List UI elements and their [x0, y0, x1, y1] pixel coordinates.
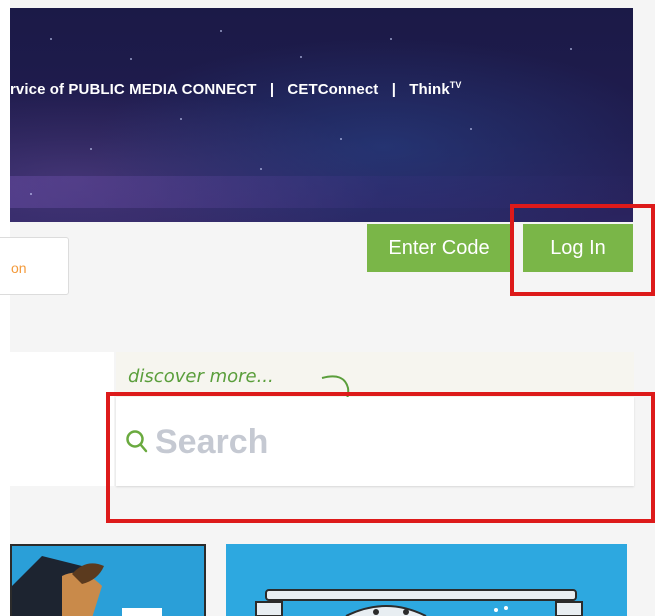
enter-code-button[interactable]: Enter Code [367, 224, 511, 272]
banner-star [300, 56, 302, 58]
banner-star [180, 118, 182, 120]
banner-star [50, 38, 52, 40]
thinktv-superscript: TV [449, 80, 462, 90]
partial-donate-button[interactable]: on [0, 237, 69, 295]
login-button[interactable]: Log In [523, 224, 633, 272]
page: rvice of PUBLIC MEDIA CONNECT | CETConne… [0, 0, 655, 616]
partial-button-label: on [11, 260, 27, 276]
banner-star [90, 148, 92, 150]
discover-more-text: discover more... [128, 366, 274, 387]
banner-star [30, 193, 32, 195]
banner-star [260, 168, 262, 170]
illustration-tile-right[interactable] [226, 544, 627, 616]
banner-links: rvice of PUBLIC MEDIA CONNECT | CETConne… [10, 80, 461, 98]
header-banner: rvice of PUBLIC MEDIA CONNECT | CETConne… [10, 8, 633, 222]
thinktv-link[interactable]: ThinkTV [409, 80, 462, 98]
search-icon[interactable] [124, 428, 148, 454]
banner-star [130, 58, 132, 60]
character-illustration [12, 546, 204, 616]
banner-star [340, 138, 342, 140]
banner-star [570, 48, 572, 50]
search-input[interactable] [155, 420, 595, 464]
service-link[interactable]: rvice of PUBLIC MEDIA CONNECT [10, 81, 257, 98]
left-panel [10, 352, 114, 486]
banner-star [220, 30, 222, 32]
banner-stripe [10, 176, 633, 208]
link-separator: | [269, 81, 275, 98]
thinktv-link-text: Think [409, 81, 450, 98]
cetconnect-link[interactable]: CETConnect [287, 81, 378, 98]
link-separator: | [391, 81, 396, 98]
robot-illustration [226, 544, 627, 616]
banner-star [470, 128, 472, 130]
illustration-tile-left[interactable] [10, 544, 206, 616]
banner-star [390, 38, 392, 40]
